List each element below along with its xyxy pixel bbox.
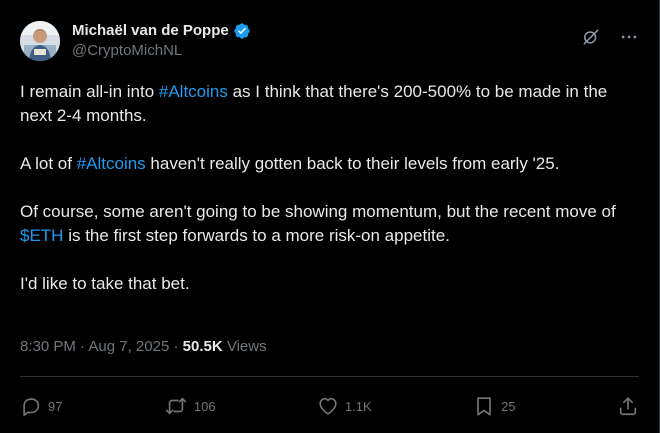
like-count: 1.1K xyxy=(344,398,372,414)
more-icon[interactable] xyxy=(619,27,639,47)
text-span: haven't really gotten back to their leve… xyxy=(145,154,560,173)
meta-separator: · xyxy=(75,338,89,355)
text-span: A lot of xyxy=(20,154,77,173)
like-button[interactable]: 1.1K xyxy=(317,395,372,417)
divider xyxy=(20,376,639,377)
post-time[interactable]: 8:30 PM xyxy=(20,338,76,355)
share-icon xyxy=(619,397,637,416)
name-row: Michaël van de Poppe xyxy=(72,21,251,41)
reply-icon xyxy=(23,398,40,416)
reply-button[interactable]: 97 xyxy=(20,395,62,417)
cashtag-link[interactable]: $ETH xyxy=(20,226,63,245)
share-button[interactable] xyxy=(617,395,639,417)
verified-badge-icon[interactable] xyxy=(233,22,251,40)
author-name[interactable]: Michaël van de Poppe xyxy=(72,21,229,41)
text-span: I remain all-in into xyxy=(20,82,159,101)
author-block: Michaël van de Poppe @CryptoMichNL xyxy=(72,21,251,61)
tweet-card: Michaël van de Poppe @CryptoMichNL I rem… xyxy=(0,0,660,433)
views-count[interactable]: 50.5K xyxy=(183,338,223,355)
views-label: Views xyxy=(226,338,267,355)
hashtag-link[interactable]: #Altcoins xyxy=(77,154,146,173)
tweet-text: I remain all-in into #Altcoins as I thin… xyxy=(20,80,640,320)
repost-button[interactable]: 106 xyxy=(164,395,216,417)
action-bar: 97 106 1.1K 25 xyxy=(20,390,639,422)
paragraph-4: I'd like to take that bet. xyxy=(20,274,190,293)
text-span: is the first step forwards to a more ris… xyxy=(63,226,450,245)
meta-separator: · xyxy=(169,338,183,355)
paragraph-2: A lot of #Altcoins haven't really gotten… xyxy=(20,152,640,176)
tweet-meta: 8:30 PM · Aug 7, 2025 · 50.5K Views xyxy=(20,338,267,355)
text-span: Of course, some aren't going to be showi… xyxy=(20,202,616,221)
bookmark-button[interactable]: 25 xyxy=(473,395,516,417)
bookmark-icon xyxy=(477,397,491,416)
tweet-header: Michaël van de Poppe @CryptoMichNL xyxy=(20,17,639,65)
like-icon xyxy=(319,397,337,415)
post-date[interactable]: Aug 7, 2025 xyxy=(88,338,169,355)
reply-count: 97 xyxy=(48,398,63,414)
bookmark-count: 25 xyxy=(501,398,516,414)
paragraph-3: Of course, some aren't going to be showi… xyxy=(20,200,640,248)
hashtag-link[interactable]: #Altcoins xyxy=(159,82,228,101)
repost-count: 106 xyxy=(193,398,216,414)
grok-icon[interactable] xyxy=(581,27,601,47)
paragraph-1: I remain all-in into #Altcoins as I thin… xyxy=(20,80,640,128)
header-actions xyxy=(581,27,639,47)
repost-icon xyxy=(165,397,187,415)
avatar[interactable] xyxy=(20,21,60,61)
author-handle[interactable]: @CryptoMichNL xyxy=(72,41,251,61)
